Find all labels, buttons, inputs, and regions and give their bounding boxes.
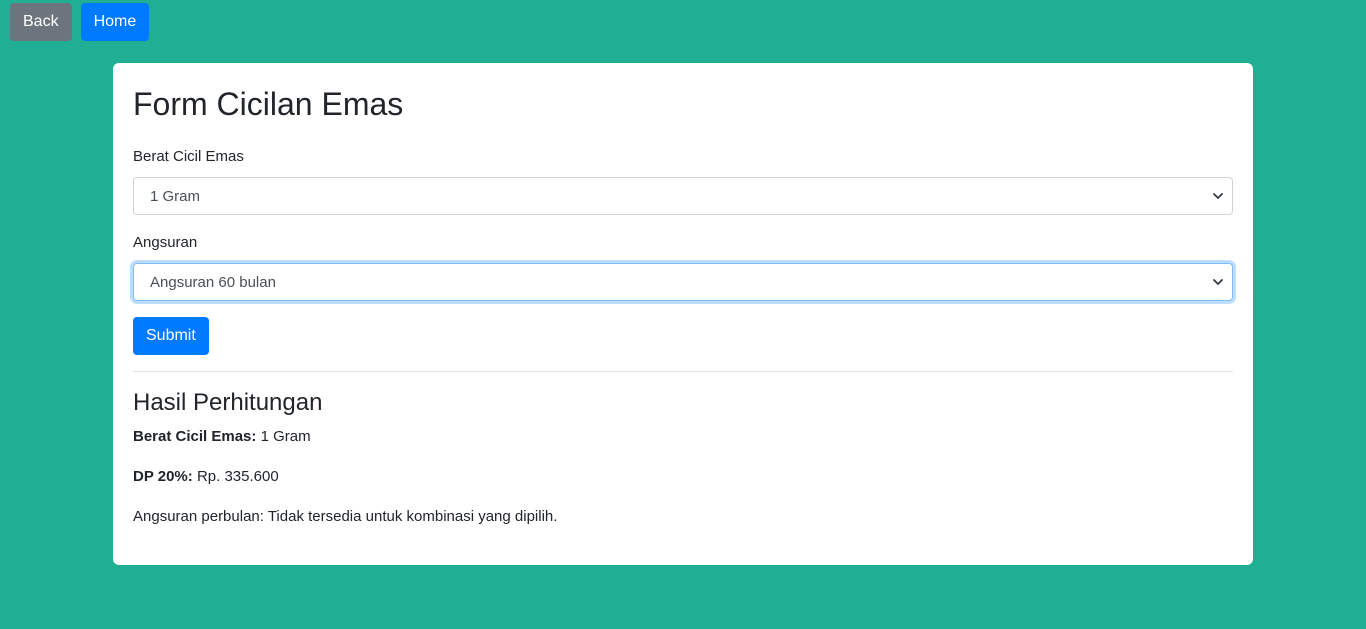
submit-button[interactable]: Submit xyxy=(133,317,209,355)
weight-label: Berat Cicil Emas xyxy=(133,148,244,165)
home-button[interactable]: Home xyxy=(80,3,150,41)
result-dp-value: Rp. 335.600 xyxy=(196,468,279,485)
back-button[interactable]: Back xyxy=(10,3,72,41)
form-card: Form Cicilan Emas Berat Cicil Emas 1 Gra… xyxy=(113,63,1253,565)
result-dp-key: DP 20%: xyxy=(133,468,193,485)
chevron-down-icon xyxy=(1212,276,1224,288)
divider xyxy=(133,371,1233,372)
page-title: Form Cicilan Emas xyxy=(133,86,404,122)
top-nav: Back Home xyxy=(10,3,150,41)
weight-select-value: 1 Gram xyxy=(150,187,201,205)
result-monthly: Angsuran perbulan: Tidak tersedia untuk … xyxy=(133,508,558,525)
chevron-down-icon xyxy=(1212,190,1224,202)
result-title: Hasil Perhitungan xyxy=(133,389,323,416)
installment-select-value: Angsuran 60 bulan xyxy=(150,273,276,291)
result-dp: DP 20%: Rp. 335.600 xyxy=(133,467,279,487)
installment-label: Angsuran xyxy=(133,234,198,251)
installment-select[interactable]: Angsuran 60 bulan xyxy=(133,263,1233,301)
result-weight: Berat Cicil Emas: 1 Gram xyxy=(133,427,311,447)
result-weight-value: 1 Gram xyxy=(260,428,311,445)
weight-select[interactable]: 1 Gram xyxy=(133,177,1233,215)
result-weight-key: Berat Cicil Emas: xyxy=(133,428,257,445)
